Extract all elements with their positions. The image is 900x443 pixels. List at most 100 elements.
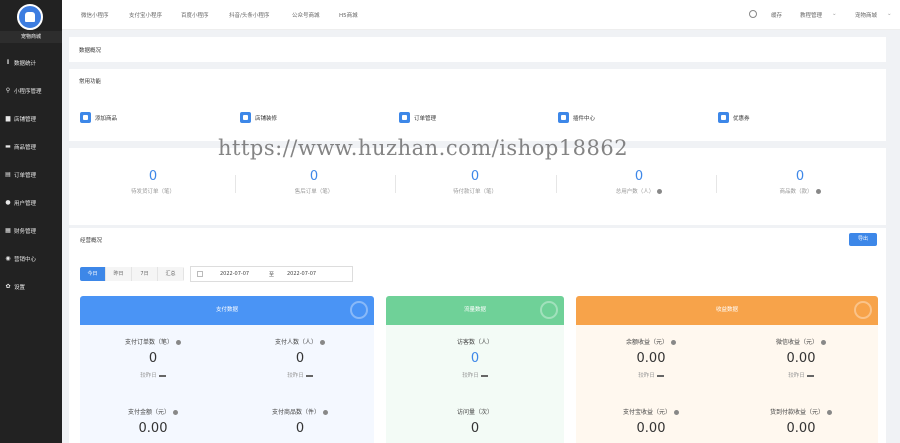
sidebar-item-label: 设置 bbox=[14, 285, 26, 291]
metric-value: 0.00 bbox=[138, 421, 168, 436]
help-icon[interactable] bbox=[674, 410, 679, 415]
stat-label: 售后订单（笔） bbox=[294, 189, 334, 195]
download-icon[interactable] bbox=[749, 10, 757, 18]
sidebar-item-miniprogram[interactable]: ⚲ 小程序管理 bbox=[0, 81, 62, 101]
divider bbox=[395, 175, 396, 193]
pay-card-header: 支付数据 bbox=[80, 296, 374, 325]
sidebar-item-statistics[interactable]: ⫴ 数据统计 bbox=[0, 53, 62, 73]
top-link-official-account[interactable]: 公众号商城 bbox=[292, 11, 320, 19]
sidebar-item-marketing[interactable]: ◉ 营销中心 bbox=[0, 249, 62, 269]
date-end[interactable]: 2022-07-07 bbox=[287, 271, 316, 277]
sidebar-item-settings[interactable]: ✿ 设置 bbox=[0, 277, 62, 297]
tab-7days[interactable]: 7日 bbox=[132, 267, 158, 281]
calendar-icon bbox=[197, 271, 203, 277]
flat-trend-icon bbox=[656, 374, 664, 377]
quick-order-management[interactable]: 订单管理 bbox=[399, 112, 436, 123]
income-card-title: 收益数据 bbox=[715, 307, 738, 313]
help-icon[interactable] bbox=[827, 410, 832, 415]
account-menu[interactable]: 教程管理 bbox=[800, 11, 822, 19]
sidebar-item-label: 店铺管理 bbox=[14, 117, 37, 123]
stat-after-sale[interactable]: 0 售后订单（笔） bbox=[254, 170, 374, 196]
top-link-baidu[interactable]: 百度小程序 bbox=[181, 11, 209, 19]
tab-yesterday[interactable]: 昨日 bbox=[106, 267, 132, 281]
sidebar-item-label: 商品管理 bbox=[14, 145, 37, 151]
metric-label: 货到付款收益（元） bbox=[769, 409, 824, 416]
pay-goods-metric: 支付商品数（件） 0 bbox=[245, 407, 355, 436]
stat-pending-shipment[interactable]: 0 待发货订单（笔） bbox=[93, 170, 213, 196]
plugin-center-icon bbox=[558, 112, 569, 123]
flat-trend-icon bbox=[305, 374, 313, 377]
pay-data-card: 支付数据 支付订单数（笔） 0 较昨日 支付人数（人） 0 较昨日 支付金额（元… bbox=[80, 296, 374, 443]
tab-summary[interactable]: 汇总 bbox=[158, 267, 184, 281]
pay-card-title: 支付数据 bbox=[215, 307, 238, 313]
date-range-picker[interactable]: 2022-07-07 至 2022-07-07 bbox=[190, 266, 353, 282]
store-decoration-icon bbox=[240, 112, 251, 123]
user-icon: ● bbox=[5, 199, 11, 206]
stat-total-users[interactable]: 0 总用户数（人） bbox=[579, 170, 699, 195]
date-start[interactable]: 2022-07-07 bbox=[220, 271, 249, 277]
quick-add-goods[interactable]: 添加商品 bbox=[80, 112, 117, 123]
metric-label: 余额收益（元） bbox=[625, 339, 668, 346]
sidebar-item-users[interactable]: ● 用户管理 bbox=[0, 193, 62, 213]
metric-label: 访问量（次） bbox=[456, 409, 493, 416]
stat-pending-payment[interactable]: 0 待付款订单（笔） bbox=[415, 170, 535, 196]
quick-coupon[interactable]: 优惠券 bbox=[718, 112, 750, 123]
sidebar-item-orders[interactable]: ▤ 订单管理 bbox=[0, 165, 62, 185]
sidebar-item-finance[interactable]: ▦ 财务管理 bbox=[0, 221, 62, 241]
stat-goods-count[interactable]: 0 商品数（款） bbox=[740, 170, 860, 195]
top-link-douyin[interactable]: 抖音/头条小程序 bbox=[229, 11, 269, 19]
export-button[interactable]: 导出 bbox=[849, 233, 877, 246]
metric-compare: 较昨日 bbox=[462, 373, 479, 379]
quick-store-decoration[interactable]: 店铺装修 bbox=[240, 112, 277, 123]
stat-label: 商品数（款） bbox=[779, 189, 813, 195]
pay-orders-metric: 支付订单数（笔） 0 较昨日 bbox=[98, 337, 208, 379]
top-link-wechat[interactable]: 微信小程序 bbox=[81, 11, 109, 19]
brand-name: 宠物商城 bbox=[0, 31, 62, 43]
help-icon[interactable] bbox=[173, 410, 178, 415]
metric-value: 0 bbox=[148, 351, 158, 366]
help-icon[interactable] bbox=[176, 340, 181, 345]
help-icon[interactable] bbox=[821, 340, 826, 345]
download-decor-icon bbox=[350, 301, 368, 319]
metric-label: 访客数（人） bbox=[456, 339, 493, 346]
link-icon: ⚲ bbox=[5, 87, 11, 94]
cache-button[interactable]: 缓存 bbox=[771, 11, 782, 19]
divider bbox=[556, 175, 557, 193]
sidebar-item-store[interactable]: ▆ 店铺管理 bbox=[0, 109, 62, 129]
store-switch-menu[interactable]: 宠物商城 bbox=[855, 11, 877, 19]
help-icon[interactable] bbox=[671, 340, 676, 345]
metric-compare: 较昨日 bbox=[287, 373, 304, 379]
watermark-text: https://www.huzhan.com/ishop18862 bbox=[218, 136, 629, 160]
help-icon[interactable] bbox=[323, 410, 328, 415]
top-link-alipay[interactable]: 支付宝小程序 bbox=[129, 11, 162, 19]
help-icon[interactable] bbox=[320, 340, 325, 345]
pay-amount-metric: 支付金额（元） 0.00 bbox=[98, 407, 208, 436]
help-icon[interactable] bbox=[657, 189, 663, 194]
quick-label: 店铺装修 bbox=[255, 115, 278, 122]
metric-compare: 较昨日 bbox=[140, 373, 157, 379]
sidebar-item-label: 用户管理 bbox=[14, 201, 37, 207]
sidebar-item-label: 小程序管理 bbox=[14, 89, 42, 95]
stat-value: 0 bbox=[795, 169, 805, 184]
help-icon[interactable] bbox=[815, 189, 821, 194]
sidebar-item-goods[interactable]: ▬ 商品管理 bbox=[0, 137, 62, 157]
tab-today[interactable]: 今日 bbox=[80, 267, 106, 281]
metric-value: 0 bbox=[470, 421, 480, 436]
metric-label: 支付人数（人） bbox=[274, 339, 317, 346]
metric-value: 0.00 bbox=[636, 351, 666, 366]
add-goods-icon bbox=[80, 112, 91, 123]
order-management-icon bbox=[399, 112, 410, 123]
metric-value: 0 bbox=[295, 351, 305, 366]
sidebar-item-label: 数据统计 bbox=[14, 61, 37, 67]
quick-label: 添加商品 bbox=[95, 115, 118, 122]
store-logo-icon[interactable] bbox=[17, 4, 43, 30]
marketing-icon: ◉ bbox=[5, 255, 11, 262]
common-functions-panel: 常用功能 bbox=[69, 69, 886, 141]
metric-value: 0.00 bbox=[786, 421, 816, 436]
top-link-h5[interactable]: H5商城 bbox=[339, 11, 358, 19]
quick-plugin-center[interactable]: 插件中心 bbox=[558, 112, 595, 123]
business-title: 经营概况 bbox=[80, 238, 103, 244]
metric-label: 微信收益（元） bbox=[775, 339, 818, 346]
metric-label: 支付商品数（件） bbox=[271, 409, 320, 416]
coupon-icon bbox=[718, 112, 729, 123]
